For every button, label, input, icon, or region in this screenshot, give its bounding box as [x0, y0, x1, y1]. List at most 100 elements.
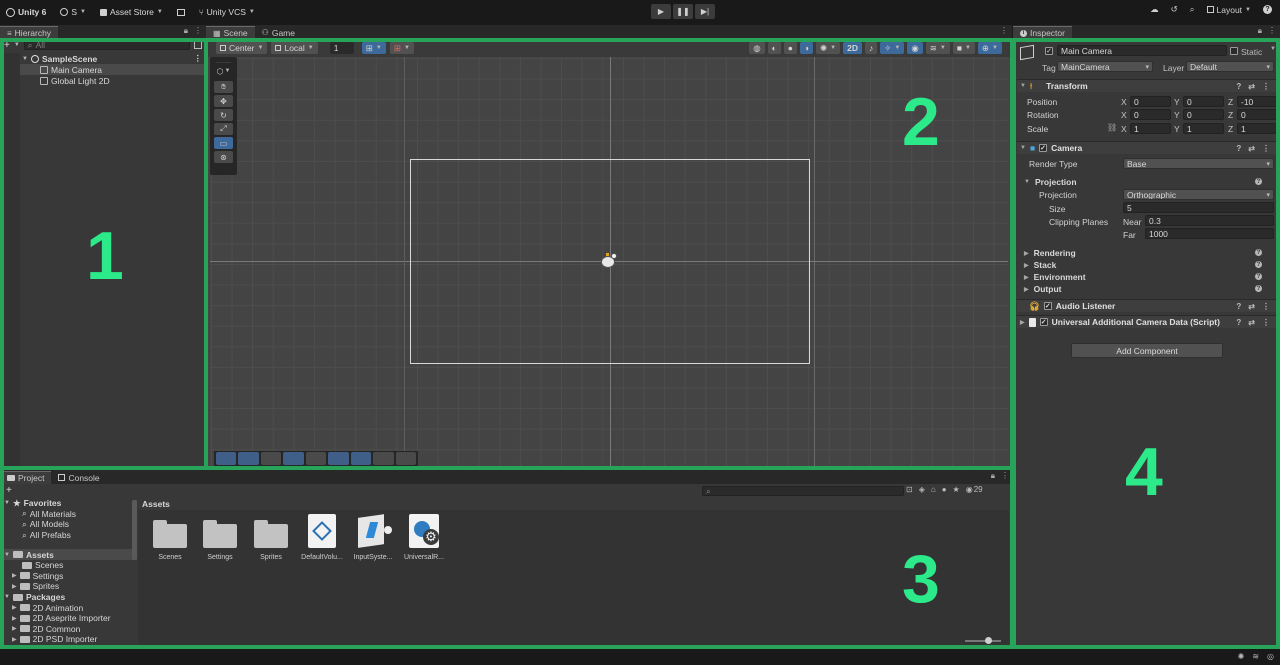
overlay-tool-8[interactable]	[373, 452, 394, 465]
hierarchy-search-input[interactable]: ⌕ All	[23, 40, 190, 50]
layers-dropdown[interactable]: ≋ ▼	[925, 42, 950, 54]
kebab-menu-icon[interactable]: ⋮	[1262, 144, 1270, 153]
help-icon[interactable]: ?	[1236, 82, 1241, 91]
asset-store-button[interactable]: Asset Store ▼	[99, 7, 163, 17]
unity-menu[interactable]: Unity 6	[6, 7, 46, 17]
search-icon[interactable]: ⌕	[1190, 4, 1195, 15]
package-2d-aseprite[interactable]: ▶ 2D Aseprite Importer	[4, 613, 137, 624]
tab-project[interactable]: Project	[0, 471, 52, 484]
search-by-type-icon[interactable]: ⊡	[906, 485, 913, 494]
kebab-menu-icon[interactable]: ⋮	[1262, 302, 1270, 311]
kebab-menu-icon[interactable]: ⋮	[1262, 82, 1270, 91]
environment-section-header[interactable]: ▶ Environment	[1024, 272, 1086, 282]
rotation-y-field[interactable]: 0	[1183, 109, 1224, 120]
help-icon[interactable]: ?	[1255, 249, 1262, 256]
kebab-menu-icon[interactable]: ⋮	[194, 26, 202, 36]
far-field[interactable]: 1000	[1145, 228, 1274, 239]
rect-tool-button[interactable]: ▭	[214, 137, 233, 149]
kebab-menu-icon[interactable]: ⋮	[1262, 318, 1270, 327]
tag-filter-icon[interactable]: ⌂	[931, 485, 936, 494]
camera-gizmo-icon[interactable]	[601, 253, 619, 269]
step-button[interactable]: ▶|	[695, 4, 715, 19]
object-name-field[interactable]: Main Camera	[1057, 45, 1227, 56]
constrain-scale-icon[interactable]: ⛓︎	[1107, 123, 1117, 132]
static-checkbox[interactable]	[1230, 47, 1238, 55]
package-2d-common[interactable]: ▶ 2D Common	[4, 624, 137, 635]
help-icon[interactable]: ?	[1255, 285, 1262, 292]
tab-inspector[interactable]: i Inspector	[1013, 26, 1072, 39]
transform-tool-button[interactable]: ⊛	[214, 151, 233, 163]
scene-row[interactable]: ▼ SampleScene ⋮	[20, 53, 206, 64]
help-icon[interactable]: ?	[1255, 273, 1262, 280]
help-icon[interactable]: ?	[1255, 261, 1262, 268]
projection-dropdown[interactable]: Orthographic	[1123, 189, 1274, 200]
overlay-tool-4[interactable]	[283, 452, 304, 465]
asset-default-volume[interactable]: DefaultVolu...	[296, 514, 348, 561]
camera-enabled-checkbox[interactable]: ✓	[1039, 144, 1048, 152]
move-tool-button[interactable]: ✥	[214, 95, 233, 107]
favorite-star-icon[interactable]: ★	[953, 485, 960, 494]
rotation-z-field[interactable]: 0	[1237, 109, 1277, 120]
active-checkbox[interactable]: ✓	[1045, 47, 1053, 55]
progress-icon[interactable]: ◎	[1267, 652, 1274, 661]
tag-dropdown[interactable]: MainCamera	[1057, 61, 1153, 72]
overlay-tool-2[interactable]	[238, 452, 259, 465]
size-field[interactable]: 5	[1123, 202, 1274, 213]
favorite-all-prefabs[interactable]: ⌕ All Prefabs	[4, 530, 137, 541]
tab-scene[interactable]: ▦ Scene	[206, 26, 255, 39]
increment-snap-dropdown[interactable]: ⊞ ▼	[389, 42, 414, 54]
output-section-header[interactable]: ▶ Output	[1024, 284, 1061, 294]
package-2d-psd[interactable]: ▶ 2D PSD Importer	[4, 634, 137, 645]
render-type-dropdown[interactable]: Base	[1123, 158, 1274, 169]
scene-viewport[interactable]	[210, 57, 1008, 466]
asset-scenes[interactable]: Scenes	[144, 520, 196, 561]
scale-tool-button[interactable]: ⤢	[214, 123, 233, 135]
position-z-field[interactable]: -10	[1237, 96, 1277, 107]
account-button[interactable]: S ▼	[60, 7, 86, 17]
help-icon[interactable]: ?	[1236, 302, 1241, 311]
rendering-section-header[interactable]: ▶ Rendering	[1024, 248, 1076, 258]
info-filter-icon[interactable]: ●	[942, 485, 947, 494]
position-x-field[interactable]: 0	[1130, 96, 1171, 107]
help-icon[interactable]: ?	[1255, 178, 1262, 185]
projection-section-header[interactable]: ▼ Projection	[1024, 177, 1077, 187]
presets-icon[interactable]: ⇄	[1248, 82, 1255, 91]
hierarchy-item-main-camera[interactable]: Main Camera	[20, 64, 206, 75]
asset-zoom-slider[interactable]	[965, 637, 1001, 644]
kebab-menu-icon[interactable]: ⋮	[1000, 26, 1008, 35]
camera-header[interactable]: ▼ ■ ✓ Camera ? ⇄ ⋮	[1017, 141, 1276, 154]
rotate-tool-button[interactable]: ↻	[214, 109, 233, 121]
help-icon[interactable]: ?	[1236, 144, 1241, 153]
favorite-all-materials[interactable]: ⌕ All Materials	[4, 508, 137, 520]
play-button[interactable]: ▶	[651, 4, 671, 19]
bug-icon[interactable]: ✺	[1238, 652, 1245, 661]
hand-tool-button[interactable]: ✋︎	[214, 81, 233, 93]
overlay-tool-3[interactable]	[260, 452, 282, 465]
favorite-all-models[interactable]: ⌕ All Models	[4, 519, 137, 530]
asset-sprites[interactable]: Sprites	[245, 520, 297, 561]
lock-icon[interactable]: 🔒︎	[1258, 26, 1262, 36]
hierarchy-item-global-light[interactable]: Global Light 2D	[20, 75, 206, 86]
pivot-center-dropdown[interactable]: Center ▼	[216, 42, 268, 54]
tab-console[interactable]: Console	[51, 471, 107, 484]
packages-root-row[interactable]: ▼ Packages	[4, 592, 137, 603]
presets-icon[interactable]: ⇄	[1248, 318, 1255, 327]
lock-icon[interactable]: 🔒︎	[184, 26, 188, 36]
layers-icon[interactable]: ≋	[1252, 652, 1259, 661]
camera-dropdown[interactable]: ■ ▼	[952, 42, 975, 54]
scene-visibility-icon[interactable]	[194, 41, 202, 49]
gizmos-dropdown[interactable]: ⊕ ▼	[977, 42, 1002, 54]
lighting-dropdown[interactable]: ✺ ▼	[816, 42, 841, 54]
package-icon-button[interactable]	[176, 8, 185, 16]
scale-z-field[interactable]: 1	[1237, 123, 1277, 134]
slider-handle[interactable]	[985, 637, 992, 644]
tab-game[interactable]: ⚇ Game	[254, 26, 302, 39]
package-2d-animation[interactable]: ▶ 2D Animation	[4, 602, 137, 613]
add-icon[interactable]: +	[4, 40, 10, 51]
search-by-label-icon[interactable]: ◈	[919, 485, 925, 494]
position-y-field[interactable]: 0	[1183, 96, 1224, 107]
shading-wireframe-button[interactable]: ◐	[767, 42, 781, 54]
scale-y-field[interactable]: 1	[1183, 123, 1224, 134]
universal-camera-data-header[interactable]: ▶ ✓ Universal Additional Camera Data (Sc…	[1017, 315, 1276, 328]
help-icon[interactable]: ?	[1236, 318, 1241, 327]
